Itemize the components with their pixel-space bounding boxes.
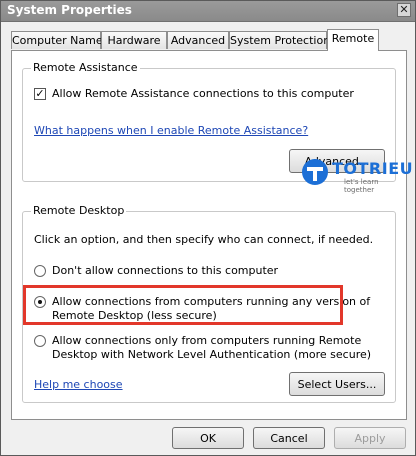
window-title: System Properties [7, 3, 132, 17]
tab-computer-name[interactable]: Computer Name [11, 31, 103, 49]
help-me-choose-link[interactable]: Help me choose [34, 378, 123, 391]
totrieu-watermark: TOTRIEU let's learn together [300, 153, 414, 194]
tab-remote[interactable]: Remote [327, 29, 379, 51]
ok-button[interactable]: OK [172, 427, 244, 449]
cancel-button[interactable]: Cancel [253, 427, 325, 449]
watermark-brand: TOTRIEU [332, 159, 414, 178]
apply-button[interactable]: Apply [334, 427, 406, 449]
remote-desktop-title: Remote Desktop [31, 204, 127, 217]
radio-dont-allow-label: Don't allow connections to this computer [52, 264, 279, 277]
tab-system-protection[interactable]: System Protection [229, 31, 330, 49]
radio-dont-allow[interactable] [34, 265, 46, 277]
remote-assistance-help-link[interactable]: What happens when I enable Remote Assist… [34, 124, 308, 137]
allow-remote-assistance-label: Allow Remote Assistance connections to t… [52, 87, 354, 100]
radio-allow-nla-only[interactable] [34, 335, 46, 347]
totrieu-logo-icon [302, 159, 328, 185]
select-users-button[interactable]: Select Users... [289, 372, 385, 396]
title-bar[interactable]: System Properties ✕ [1, 1, 415, 22]
tab-advanced[interactable]: Advanced [167, 31, 229, 49]
radio-allow-nla-label-line1: Allow connections only from computers ru… [52, 334, 362, 347]
tab-panel-remote: Remote Assistance ✓ Allow Remote Assista… [11, 50, 414, 420]
remote-desktop-instructions: Click an option, and then specify who ca… [34, 233, 374, 246]
watermark-tagline: let's learn together [344, 178, 379, 194]
allow-remote-assistance-checkbox[interactable]: ✓ [34, 88, 46, 100]
tab-hardware[interactable]: Hardware [101, 31, 167, 49]
remote-assistance-title: Remote Assistance [31, 61, 140, 74]
annotation-highlight-box [23, 285, 343, 325]
close-icon[interactable]: ✕ [397, 3, 411, 17]
system-properties-window: System Properties ✕ Computer Name Hardwa… [0, 0, 416, 456]
radio-allow-nla-label-line2: Desktop with Network Level Authenticatio… [52, 348, 372, 361]
